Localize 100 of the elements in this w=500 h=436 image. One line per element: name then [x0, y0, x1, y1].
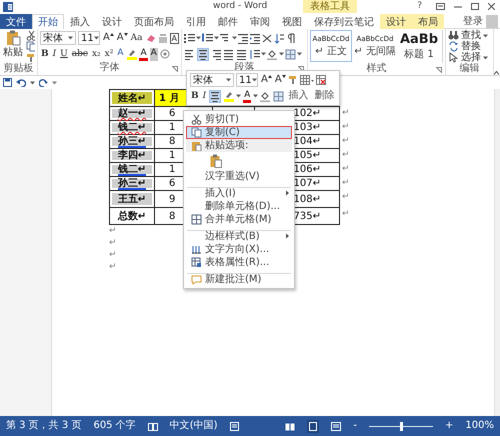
italic-button[interactable]: I: [52, 48, 58, 60]
menu-item-label: 删除单元格(D)...: [205, 201, 282, 212]
font-name-field[interactable]: 宋体: [40, 31, 76, 45]
font-color-button[interactable]: A: [243, 90, 252, 102]
subscript-button[interactable]: x₂: [90, 48, 102, 60]
style-preview: AaBb: [400, 32, 438, 46]
ribbon-tab[interactable]: 页面布局: [128, 14, 180, 29]
paragraph-mark: ↵: [109, 249, 117, 261]
end-of-row-mark: ↵: [342, 134, 350, 146]
cell-text: 李四↵: [118, 150, 146, 161]
change-case-button[interactable]: Aa: [130, 32, 144, 44]
underline-button[interactable]: U: [59, 48, 69, 60]
strikethrough-button[interactable]: abc: [70, 48, 89, 60]
paste-button[interactable]: 粘贴: [2, 30, 24, 63]
window-title: word - Word: [213, 0, 268, 13]
end-of-row-mark: ↵: [342, 106, 350, 118]
font-size-field[interactable]: 11: [236, 73, 258, 87]
menu-item[interactable]: 文字方向(X)...: [186, 243, 292, 256]
editing-command[interactable]: 替换: [448, 41, 491, 52]
status-text: 605 个字: [93, 420, 136, 432]
cell-text: 6: [169, 178, 176, 189]
end-of-row-mark: ↵: [342, 208, 350, 220]
bold-button[interactable]: B: [190, 90, 200, 102]
ribbon-tab[interactable]: 布局: [412, 14, 444, 29]
grow-font-button[interactable]: A: [260, 74, 272, 86]
menu-item-label: 复制(C): [205, 127, 241, 138]
end-of-row-mark: ↵: [342, 190, 350, 202]
menu-item-label: 粘贴选项:: [205, 140, 250, 151]
group-label: 剪贴板: [4, 63, 34, 75]
style-name: ↵ 无间隔: [355, 46, 395, 57]
sign-in-link[interactable]: 登录: [460, 15, 486, 28]
ribbon-tab[interactable]: 设计: [96, 14, 128, 29]
group-label: 编辑: [460, 63, 480, 75]
cell-text: 106↵: [294, 164, 321, 175]
menu-item[interactable]: 边框样式(B): [186, 229, 292, 243]
ribbon-tab[interactable]: 设计: [380, 14, 412, 29]
cell-text: 103↵: [294, 122, 321, 133]
character-shading-button[interactable]: A: [150, 48, 158, 60]
shrink-font-button[interactable]: A: [274, 74, 286, 86]
menu-item-label: 新建批注(M): [205, 274, 262, 284]
cell-text: 8: [169, 136, 176, 147]
menu-item[interactable]: 新建批注(M): [186, 272, 292, 286]
cell-text: 735↵: [294, 210, 321, 222]
zoom-in-button[interactable]: +: [445, 420, 454, 432]
ribbon-tab[interactable]: 邮件: [212, 14, 244, 29]
menu-item[interactable]: 复制(C): [186, 126, 292, 139]
contextual-tab-group-title: 表格工具: [303, 0, 358, 13]
zoom-level: 100%: [465, 420, 494, 432]
menu-item[interactable]: 插入(I): [186, 186, 292, 200]
style-name: 标题 1: [404, 48, 434, 60]
insert-button[interactable]: 插入: [286, 90, 310, 102]
ribbon-tab[interactable]: 文件: [0, 14, 32, 29]
cell-text: 107↵: [294, 178, 321, 189]
cell-text: 1: [169, 150, 176, 161]
zoom-out-button[interactable]: -: [353, 420, 358, 432]
text-effects-button[interactable]: A: [116, 48, 124, 60]
cell-text: 王五↵: [118, 194, 146, 204]
ribbon-tab[interactable]: 视图: [276, 14, 308, 29]
cell-text: 钱二↵: [118, 164, 146, 175]
cell-text: 孙三↵: [118, 136, 146, 147]
delete-button[interactable]: 删除: [312, 90, 336, 102]
cell-text: 104↵: [294, 136, 321, 147]
menu-item[interactable]: 删除单元格(D)...: [186, 200, 292, 213]
cell-text: 102↵: [294, 108, 321, 119]
end-of-row-mark: ↵: [342, 176, 350, 188]
editing-command[interactable]: 查找: [448, 30, 491, 41]
end-of-row-mark: ↵: [342, 120, 350, 132]
help-button[interactable]: ?: [412, 0, 427, 13]
ribbon-tab[interactable]: 保存到云笔记: [308, 14, 380, 29]
style-name: ↵ 正文: [315, 46, 347, 57]
superscript-button[interactable]: x²: [104, 48, 114, 60]
ribbon-tab[interactable]: 开始: [32, 14, 64, 29]
cell-text: 6: [169, 108, 176, 119]
ribbon-tab[interactable]: 审阅: [244, 14, 276, 29]
cell-text: 9: [169, 194, 176, 204]
cell-text: 105↵: [294, 150, 321, 161]
group-label: 字体: [100, 62, 120, 74]
status-text: 第 3 页，共 3 页: [6, 420, 82, 432]
italic-button[interactable]: I: [202, 90, 208, 102]
bold-button[interactable]: B: [40, 48, 50, 60]
status-text: 中文(中国): [170, 420, 218, 432]
font-size-field[interactable]: 11: [78, 31, 100, 45]
menu-item-label: 合并单元格(M): [205, 214, 272, 225]
editing-command[interactable]: 选择: [448, 52, 491, 63]
column-header: 姓名↵: [118, 92, 146, 104]
menu-item[interactable]: 剪切(T): [186, 113, 292, 126]
grow-font-button[interactable]: A: [102, 32, 114, 44]
menu-item[interactable]: 汉字重选(V): [186, 170, 292, 183]
cell-text: 钱二↵: [118, 122, 146, 133]
cell-text: 8: [169, 210, 176, 222]
shrink-font-button[interactable]: A: [116, 32, 128, 44]
font-name-field[interactable]: 宋体: [190, 73, 234, 87]
menu-item[interactable]: 表格属性(R)...: [186, 256, 292, 269]
ribbon-tab[interactable]: 插入: [64, 14, 96, 29]
character-border-button[interactable]: A: [170, 32, 179, 44]
menu-item-label: 表格属性(R)...: [205, 257, 270, 268]
menu-item[interactable]: 合并单元格(M): [186, 213, 292, 226]
ribbon-tab[interactable]: 引用: [180, 14, 212, 29]
cell-text: 总数↵: [118, 210, 146, 222]
group-label: 样式: [366, 63, 386, 75]
